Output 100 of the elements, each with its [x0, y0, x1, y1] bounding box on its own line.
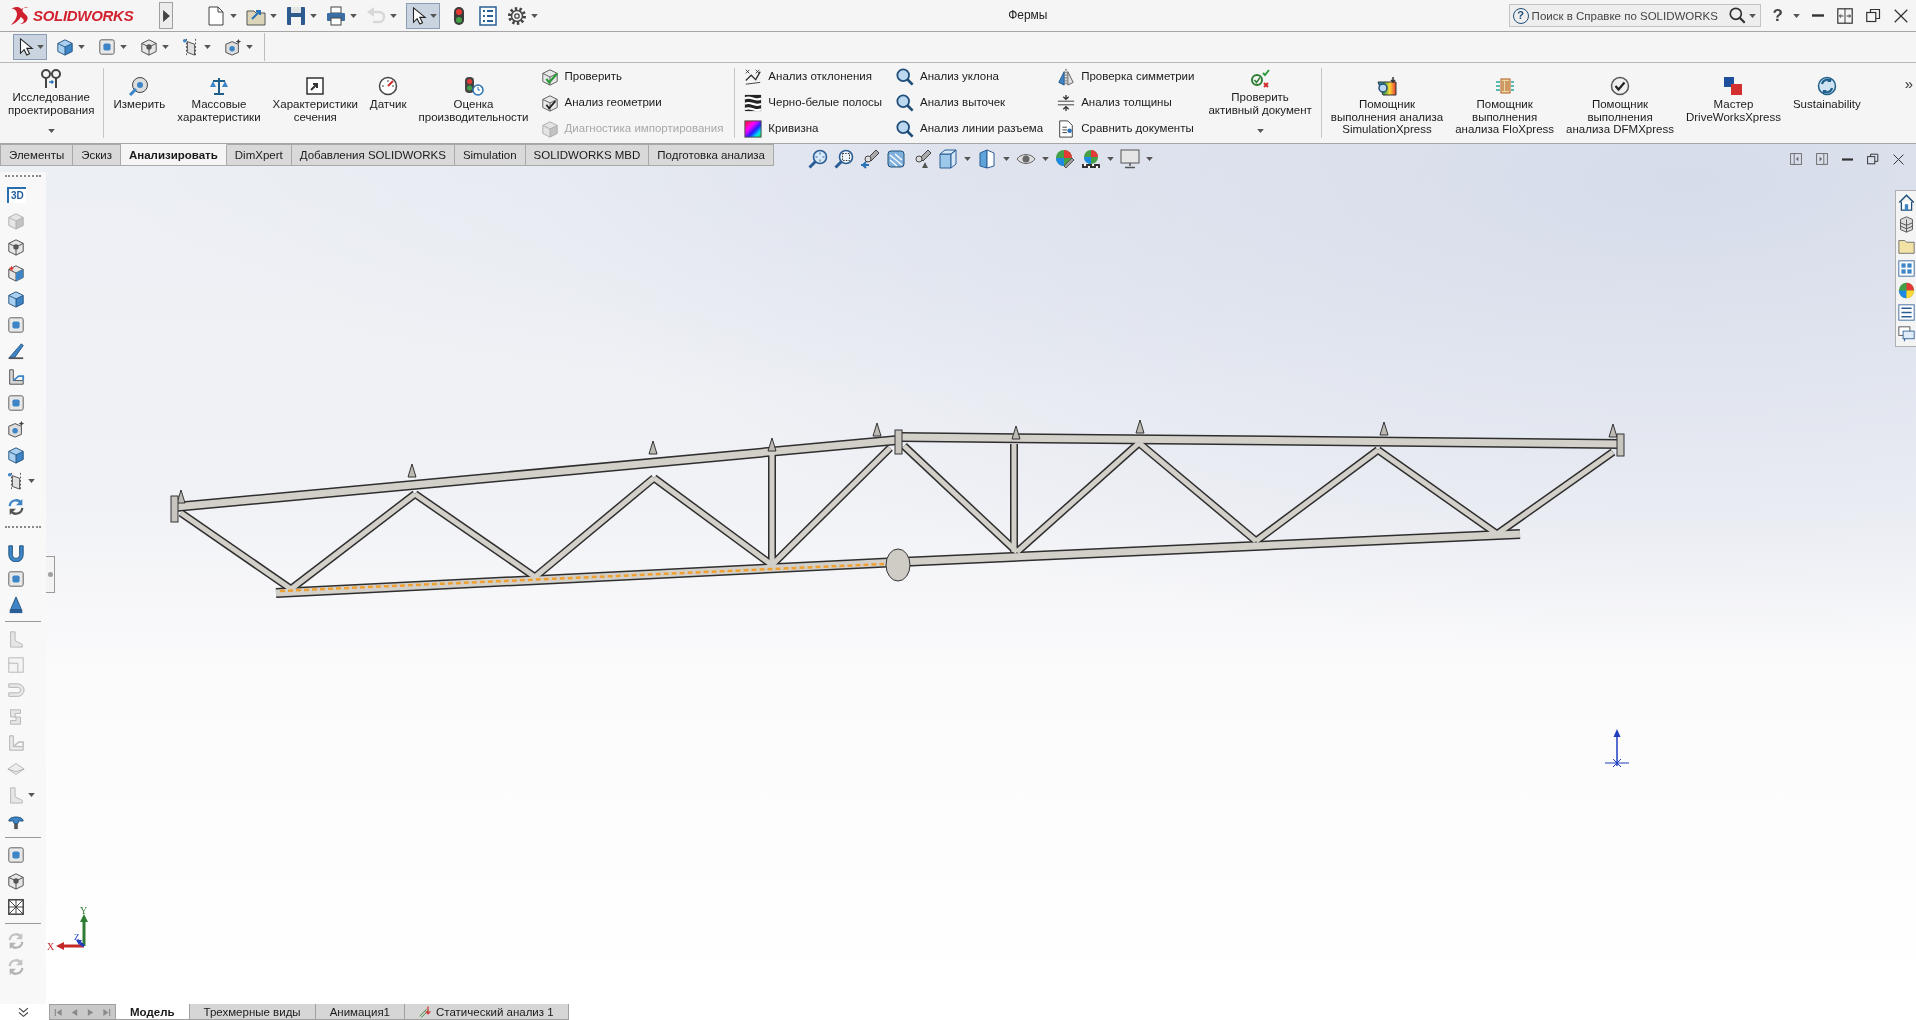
ribbon-button[interactable]: Исследование проектирования	[2, 63, 101, 143]
new-document-icon[interactable]	[206, 5, 226, 26]
list-panel-icon[interactable]	[1898, 304, 1915, 321]
ribbon-button[interactable]: Проверить активный документ	[1202, 63, 1318, 143]
expand-chevron-icon[interactable]	[17, 1006, 29, 1018]
ribbon-button[interactable]: Кривизна	[744, 116, 883, 142]
caret-icon[interactable]	[28, 793, 35, 797]
caret-icon[interactable]	[246, 45, 253, 49]
previous-view-icon[interactable]	[860, 149, 880, 169]
zoom-fit-icon[interactable]	[808, 149, 828, 169]
stacked-layers-icon[interactable]	[1898, 216, 1915, 233]
command-tab[interactable]: SOLIDWORKS MBD	[525, 144, 650, 166]
home-icon[interactable]	[1898, 194, 1915, 211]
command-tab[interactable]: Анализировать	[120, 144, 227, 166]
view-cube-icon[interactable]	[938, 149, 958, 169]
ribbon-button[interactable]: Анализ линии разъема	[896, 116, 1044, 142]
search-icon[interactable]	[1728, 7, 1746, 24]
select-tool-button[interactable]	[13, 34, 47, 60]
command-tab[interactable]: Элементы	[0, 144, 74, 166]
ribbon-button[interactable]: Характеристики сечения	[266, 63, 364, 143]
restore-icon[interactable]	[1866, 8, 1881, 23]
ribbon-button[interactable]: Датчик	[363, 63, 413, 143]
ribbon-button[interactable]: Черно-белые полосы	[744, 90, 883, 116]
list-document-icon[interactable]	[478, 5, 498, 26]
caret-icon[interactable]	[310, 13, 317, 18]
command-tab[interactable]: Подготовка анализа	[649, 144, 774, 166]
caret-icon[interactable]	[1003, 157, 1010, 161]
caret-icon[interactable]	[1107, 157, 1114, 161]
cube-icon[interactable]	[7, 264, 25, 282]
tile-right-icon[interactable]	[1816, 153, 1828, 165]
ribbon-button[interactable]: Анализ геометрии	[540, 90, 724, 116]
caret-icon[interactable]	[531, 13, 538, 18]
color-wheel-icon[interactable]	[1898, 282, 1915, 299]
caret-icon[interactable]	[270, 13, 277, 18]
ribbon-button[interactable]: Проверить	[540, 64, 724, 90]
close-icon[interactable]	[1893, 153, 1904, 165]
cube-icon[interactable]	[7, 446, 25, 464]
display-style-icon[interactable]	[977, 149, 997, 169]
caret-icon[interactable]	[204, 45, 211, 49]
ribbon-button[interactable]: Анализ толщины	[1057, 90, 1195, 116]
ribbon-button[interactable]: Оценка производительности	[412, 63, 535, 143]
ribbon-button[interactable]: Помощник выполнения анализа FloXpress	[1449, 63, 1561, 143]
command-tab[interactable]: Simulation	[454, 144, 526, 166]
ribbon-button[interactable]: Проверка симметрии	[1057, 64, 1195, 90]
ribbon-button[interactable]: Помощник выполнения анализа SimulationXpress	[1324, 63, 1450, 143]
ribbon-button[interactable]: Помощник выполнения анализа DFMXpress	[1560, 63, 1680, 143]
select-tool-button[interactable]	[406, 2, 440, 29]
ribbon-button[interactable]: Анализ уклона	[896, 64, 1044, 90]
caret-icon[interactable]	[964, 157, 971, 161]
tile-grid-icon[interactable]	[1898, 260, 1915, 277]
sheet-tab[interactable]: Трехмерные виды	[189, 1004, 316, 1020]
settings-icon[interactable]	[507, 5, 527, 26]
framed-square-icon[interactable]	[7, 316, 25, 334]
framed-square-icon[interactable]	[7, 570, 25, 588]
ribbon-button[interactable]: Анализ отклонения	[744, 64, 883, 90]
framed-square-icon[interactable]	[98, 38, 116, 56]
monitor-icon[interactable]	[1120, 149, 1140, 169]
caret-icon[interactable]	[120, 45, 127, 49]
caret-icon[interactable]	[28, 479, 35, 483]
3d-view-button[interactable]: 3D	[7, 187, 26, 203]
ribbon-button[interactable]: Измерить	[107, 63, 172, 143]
printer-icon[interactable]	[326, 5, 346, 26]
sheet-tab[interactable]: Анимация1	[315, 1004, 405, 1020]
u-channel-icon[interactable]	[7, 544, 25, 562]
cone-icon[interactable]	[7, 596, 25, 614]
menu-flyout-button[interactable]	[159, 2, 173, 29]
appearance-sphere-icon[interactable]	[1055, 149, 1075, 169]
overflow-button[interactable]: »	[1901, 75, 1916, 93]
folder-icon[interactable]	[1898, 238, 1915, 255]
cube-icon[interactable]	[7, 872, 25, 890]
ribbon-button[interactable]: Массовые характеристики	[171, 63, 267, 143]
panel-flyout-handle[interactable]	[46, 556, 55, 593]
dock-icon[interactable]	[1837, 7, 1853, 24]
help-search-field[interactable]: Поиск в Справке по SOLIDWORKS	[1531, 6, 1726, 25]
tile-left-icon[interactable]	[1790, 153, 1802, 165]
ribbon-button[interactable]: Мастер DriveWorksXpress	[1679, 63, 1787, 143]
restore-icon[interactable]	[1867, 153, 1879, 165]
framed-square-icon[interactable]	[7, 846, 25, 864]
wedge-icon[interactable]	[7, 342, 25, 360]
caret-icon[interactable]	[162, 45, 169, 49]
cube-icon[interactable]	[140, 38, 158, 56]
section-view-icon[interactable]	[886, 149, 906, 169]
caret-icon[interactable]	[390, 13, 397, 18]
bracket-icon[interactable]	[7, 368, 25, 386]
command-tab[interactable]: Добавления SOLIDWORKS	[291, 144, 455, 166]
annotation-view-icon[interactable]	[912, 149, 932, 169]
sparkle-cube-icon[interactable]	[224, 38, 242, 56]
ribbon-button[interactable]: Сравнить документы	[1057, 116, 1195, 142]
framed-square-icon[interactable]	[7, 394, 25, 412]
rotate-arrows-icon[interactable]	[7, 498, 25, 516]
caret-icon[interactable]	[1748, 13, 1756, 18]
cube-icon[interactable]	[7, 290, 25, 308]
caret-icon[interactable]	[1146, 157, 1153, 161]
caret-icon[interactable]	[78, 45, 85, 49]
zoom-area-icon[interactable]	[834, 149, 854, 169]
command-tab[interactable]: Эскиз	[73, 144, 121, 166]
caret-icon[interactable]	[230, 13, 237, 18]
scene-sphere-icon[interactable]	[1081, 149, 1101, 169]
command-tab[interactable]: DimXpert	[226, 144, 292, 166]
ribbon-button[interactable]: Анализ выточек	[896, 90, 1044, 116]
